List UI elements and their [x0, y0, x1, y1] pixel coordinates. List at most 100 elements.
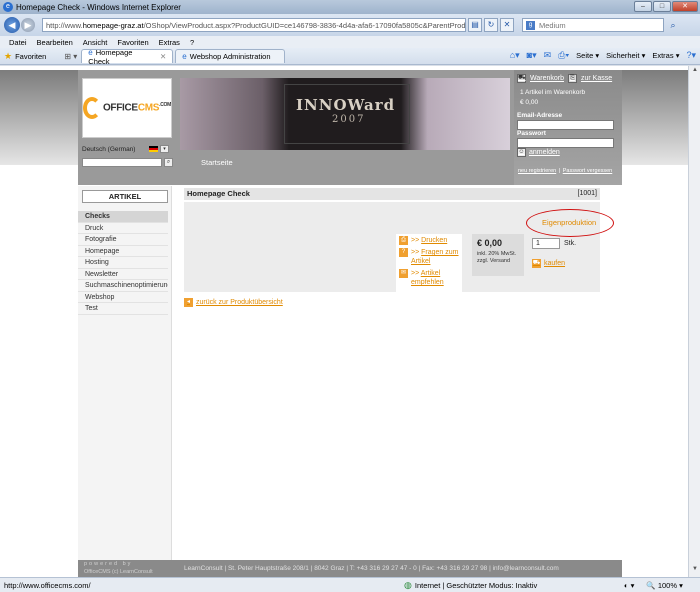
- tab-label: Webshop Administration: [189, 52, 271, 61]
- quick-tabs-icon[interactable]: ⊞ ▾: [64, 52, 77, 61]
- scroll-down-icon[interactable]: ▼: [690, 566, 700, 576]
- menu-help[interactable]: ?: [190, 38, 194, 47]
- cart-links: ⛟ Warenkorb ⎘ zur Kasse: [517, 74, 612, 83]
- nav-item-checks[interactable]: Checks: [78, 211, 168, 223]
- window-title: Homepage Check - Windows Internet Explor…: [16, 2, 181, 12]
- nav-item-druck[interactable]: Druck: [78, 223, 168, 234]
- title-bar: e Homepage Check - Windows Internet Expl…: [0, 0, 700, 14]
- email-input[interactable]: [517, 120, 614, 130]
- language-label: Deutsch (German): [82, 146, 136, 153]
- back-to-overview-link[interactable]: ◂ zurück zur Produktübersicht: [184, 298, 283, 307]
- minimize-button[interactable]: –: [634, 1, 652, 12]
- powered-by-label: powered by: [84, 561, 133, 567]
- nav-item-hosting[interactable]: Hosting: [78, 257, 168, 269]
- forgot-password-link[interactable]: Passwort vergessen: [563, 168, 613, 174]
- cart-add-icon: ⛟: [532, 259, 541, 268]
- nav-item-seo[interactable]: Suchmaschinenoptimierung: [78, 280, 168, 292]
- refresh-icon[interactable]: ↻: [484, 18, 498, 32]
- scroll-up-icon[interactable]: ▲: [690, 67, 700, 77]
- account-links: neu registrieren | Passwort vergessen: [517, 168, 613, 174]
- site-search-icon[interactable]: ⌕: [164, 158, 173, 167]
- login-label: anmelden: [529, 149, 560, 156]
- product-title: Homepage Check: [187, 189, 250, 198]
- nav-item-newsletter[interactable]: Newsletter: [78, 269, 168, 280]
- password-input[interactable]: [517, 138, 614, 148]
- security-menu[interactable]: Sicherheit ▾: [606, 51, 645, 60]
- menu-extras[interactable]: Extras: [159, 38, 180, 47]
- nav-title: ARTIKEL: [82, 190, 168, 203]
- menu-ansicht[interactable]: Ansicht: [83, 38, 108, 47]
- quantity-unit: Stk.: [564, 240, 577, 247]
- url-rest: /OShop/ViewProduct.aspx?ProductGUID=ce14…: [143, 20, 466, 30]
- maximize-button[interactable]: □: [653, 1, 671, 12]
- tab-homepage-check[interactable]: e Homepage Check ✕: [81, 47, 174, 66]
- menu-bearbeiten[interactable]: Bearbeiten: [37, 38, 73, 47]
- command-bar: ⌂▾ ◙▾ ✉ ⎙▾ Seite ▾ Sicherheit ▾ Extras ▾…: [510, 50, 696, 61]
- nav-item-fotografie[interactable]: Fotografie: [78, 234, 168, 246]
- protected-mode-icon[interactable]: ◐ ▾: [624, 581, 634, 590]
- home-link[interactable]: Startseite: [201, 158, 233, 167]
- page-menu[interactable]: Seite ▾: [576, 51, 599, 60]
- vertical-scrollbar[interactable]: ▲ ▼: [688, 66, 700, 577]
- close-tab-icon[interactable]: ✕: [160, 52, 166, 61]
- email-label: Email-Adresse: [517, 112, 563, 119]
- menu-datei[interactable]: Datei: [9, 38, 27, 47]
- cart-icon: ⛟: [517, 74, 526, 83]
- security-zone[interactable]: ◍ Internet | Geschützter Modus: Inaktiv: [404, 580, 624, 591]
- login-button[interactable]: ☺ anmelden: [517, 148, 560, 157]
- feeds-icon[interactable]: ◙▾: [527, 50, 537, 61]
- site-search-input[interactable]: [82, 158, 162, 167]
- print-action[interactable]: ⎙ >> Drucken: [399, 236, 462, 245]
- window-controls: – □ ✕: [634, 1, 698, 12]
- tab-label: Homepage Check: [88, 47, 133, 66]
- category-list: Checks Druck Fotografie Homepage Hosting…: [78, 211, 172, 315]
- back-button[interactable]: ◀: [4, 17, 20, 33]
- home-icon[interactable]: ⌂▾: [510, 50, 520, 61]
- stop-icon[interactable]: ✕: [500, 18, 514, 32]
- product-panel: Eigenproduktion ⎙ >> Drucken ? >> Fragen…: [184, 202, 614, 292]
- questions-action[interactable]: ? >> Fragen zum Artikel: [399, 248, 462, 266]
- tools-menu[interactable]: Extras ▾: [652, 51, 679, 60]
- close-window-button[interactable]: ✕: [672, 1, 698, 12]
- register-link[interactable]: neu registrieren: [518, 168, 556, 174]
- highlight-ellipse: [526, 209, 614, 237]
- help-icon[interactable]: ?▾: [686, 50, 696, 61]
- cart-total: € 0,00: [520, 99, 539, 106]
- url-field[interactable]: http://www. homepage-graz.at/OShop/ViewPr…: [42, 18, 466, 32]
- menu-favoriten[interactable]: Favoriten: [117, 38, 148, 47]
- mail-icon[interactable]: ✉: [544, 50, 552, 61]
- ie-page-icon: e: [88, 47, 93, 57]
- compatibility-view-icon[interactable]: ▤: [468, 18, 482, 32]
- nav-item-test[interactable]: Test: [78, 303, 168, 315]
- tab-webshop-administration[interactable]: e Webshop Administration: [175, 49, 286, 63]
- search-icon[interactable]: ⌕: [666, 18, 680, 32]
- buy-label: kaufen: [544, 260, 566, 267]
- quantity-input[interactable]: 1: [532, 238, 560, 249]
- recommend-action[interactable]: ✉ >> Artikel empfehlen: [399, 269, 462, 287]
- back-label: zurück zur Produktübersicht: [196, 299, 283, 306]
- banner-brand: INNOWard: [296, 96, 396, 114]
- address-bar: ◀ ▶ http://www. homepage-graz.at/OShop/Vi…: [0, 14, 700, 36]
- checkout-link[interactable]: zur Kasse: [581, 75, 612, 82]
- forward-button[interactable]: ▶: [21, 18, 35, 32]
- print-icon: ⎙: [399, 236, 408, 245]
- footer-contact: LearnConsult | St. Peter Hauptstraße 208…: [184, 565, 559, 572]
- nav-item-homepage[interactable]: Homepage: [78, 246, 168, 257]
- cart-link[interactable]: Warenkorb: [530, 75, 564, 82]
- account-panel: ⛟ Warenkorb ⎘ zur Kasse 1 Artikel im War…: [514, 70, 622, 185]
- product-main: Homepage Check [1001] Eigenproduktion ⎙ …: [180, 186, 618, 566]
- print-icon[interactable]: ⎙▾: [558, 50, 569, 61]
- search-field[interactable]: g Medium: [522, 18, 664, 32]
- zoom-control[interactable]: 🔍 100% ▾: [646, 581, 682, 590]
- site-logo[interactable]: OFFICECMS.COM: [82, 78, 172, 138]
- banner-year: 2007: [332, 114, 366, 125]
- favorites-button[interactable]: ★ Favoriten: [4, 51, 46, 62]
- german-flag-icon[interactable]: [149, 146, 158, 152]
- product-actions: ⎙ >> Drucken ? >> Fragen zum Artikel ✉ >…: [396, 234, 462, 292]
- site-header: OFFICECMS.COM Deutsch (German) ▾ ⌕ INNOW…: [78, 70, 622, 185]
- language-dropdown-icon[interactable]: ▾: [160, 145, 169, 153]
- nav-item-webshop[interactable]: Webshop: [78, 292, 168, 303]
- search-value: Medium: [539, 20, 566, 30]
- powered-by-brand[interactable]: OfficeCMS (c) LearnConsult: [84, 569, 153, 575]
- buy-button[interactable]: ⛟ kaufen: [532, 259, 565, 268]
